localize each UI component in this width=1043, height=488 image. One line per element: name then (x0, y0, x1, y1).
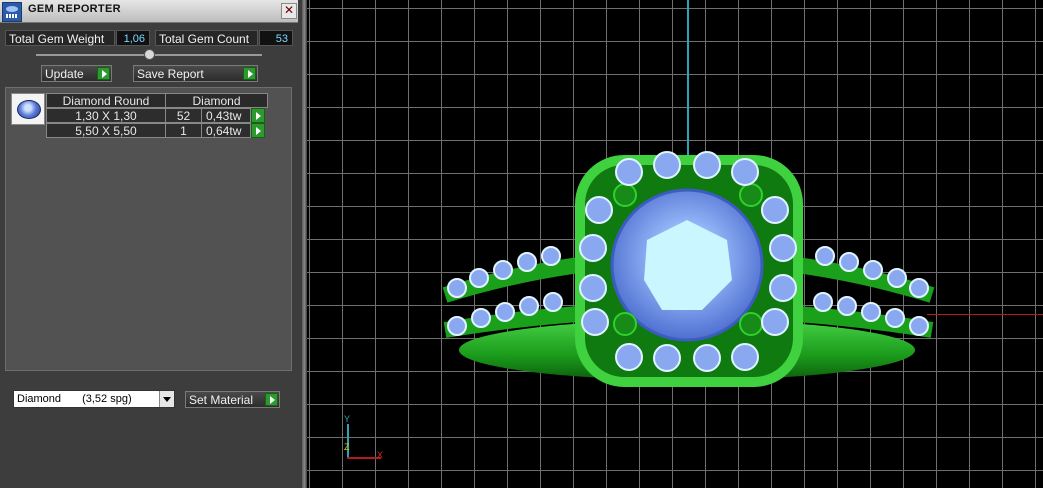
material-name: Diamond (17, 393, 62, 405)
save-report-button[interactable]: Save Report (133, 65, 258, 82)
gem-reporter-app-icon (2, 2, 22, 22)
select-row-arrow-icon[interactable] (251, 123, 265, 138)
gem-weight-cell: 0,64tw (201, 123, 251, 138)
prong (613, 183, 637, 207)
gem-size-cell: 1,30 X 1,30 (46, 108, 166, 123)
set-material-button-label: Set Material (189, 393, 254, 407)
gem-list: Diamond Round Diamond 1,30 X 1,30 52 0,4… (5, 87, 292, 371)
accent-stone (615, 158, 643, 186)
triad-z-label: Z (344, 442, 350, 452)
accent-stone (761, 308, 789, 336)
total-gem-count-label: Total Gem Count (155, 30, 258, 46)
accent-stone (731, 343, 759, 371)
accent-stone (813, 292, 833, 312)
material-select[interactable]: Diamond (3,52 spg) (13, 390, 175, 408)
accent-stone (693, 344, 721, 372)
gem-reporter-panel: GEM REPORTER ✕ Total Gem Weight 1,06 Tot… (0, 0, 303, 488)
axis-triad: Y Z X (337, 414, 397, 465)
accent-stone (615, 343, 643, 371)
accent-stone (861, 302, 881, 322)
update-button-label: Update (45, 67, 84, 81)
accent-stone (885, 308, 905, 328)
accent-stone (887, 268, 907, 288)
accent-stone (839, 252, 859, 272)
accent-stone (693, 151, 721, 179)
accent-stone (519, 296, 539, 316)
accent-stone (469, 268, 489, 288)
chevron-down-icon[interactable] (159, 391, 174, 407)
gem-count-cell: 1 (165, 123, 202, 138)
accent-stone (653, 344, 681, 372)
accent-stone (585, 196, 613, 224)
update-button[interactable]: Update (41, 65, 112, 82)
triad-x-label: X (377, 450, 384, 460)
accent-stone (579, 234, 607, 262)
ring-model[interactable] (307, 0, 1043, 488)
close-icon[interactable]: ✕ (281, 3, 297, 19)
accent-stone (769, 274, 797, 302)
total-gem-count-value: 53 (259, 30, 293, 46)
accent-stone (769, 234, 797, 262)
prong (739, 183, 763, 207)
accent-stone (447, 278, 467, 298)
round-diamond-icon (11, 93, 45, 125)
prong (613, 312, 637, 336)
accent-stone (543, 292, 563, 312)
total-gem-weight-value: 1,06 (116, 30, 150, 46)
material-spg: (3,52 spg) (82, 393, 132, 405)
play-arrow-icon (265, 393, 278, 406)
accent-stone (731, 158, 759, 186)
save-report-button-label: Save Report (137, 67, 204, 81)
accent-stone (815, 246, 835, 266)
accent-stone (761, 196, 789, 224)
triad-y-label: Y (344, 414, 351, 424)
accent-stone (493, 260, 513, 280)
accent-stone (517, 252, 537, 272)
accent-stone (579, 274, 607, 302)
select-row-arrow-icon[interactable] (251, 108, 265, 123)
report-slider-thumb[interactable] (144, 49, 155, 60)
accent-stone (447, 316, 467, 336)
accent-stone (909, 278, 929, 298)
set-material-button[interactable]: Set Material (185, 391, 280, 408)
accent-stone (541, 246, 561, 266)
play-arrow-icon (97, 67, 110, 80)
window-title: GEM REPORTER (28, 3, 121, 15)
accent-stone (581, 308, 609, 336)
gem-weight-cell: 0,43tw (201, 108, 251, 123)
shape-column-header: Diamond Round (46, 93, 166, 108)
accent-stone (837, 296, 857, 316)
3d-viewport[interactable]: Y Z X (307, 0, 1043, 488)
total-gem-weight-label: Total Gem Weight (5, 30, 115, 46)
accent-stone (653, 151, 681, 179)
gem-count-cell: 52 (165, 108, 202, 123)
play-arrow-icon (243, 67, 256, 80)
gem-size-cell: 5,50 X 5,50 (46, 123, 166, 138)
prong (739, 312, 763, 336)
accent-stone (471, 308, 491, 328)
accent-stone (909, 316, 929, 336)
accent-stone (495, 302, 515, 322)
title-bar: GEM REPORTER ✕ (0, 0, 298, 23)
accent-stone (863, 260, 883, 280)
material-column-header: Diamond (165, 93, 268, 108)
